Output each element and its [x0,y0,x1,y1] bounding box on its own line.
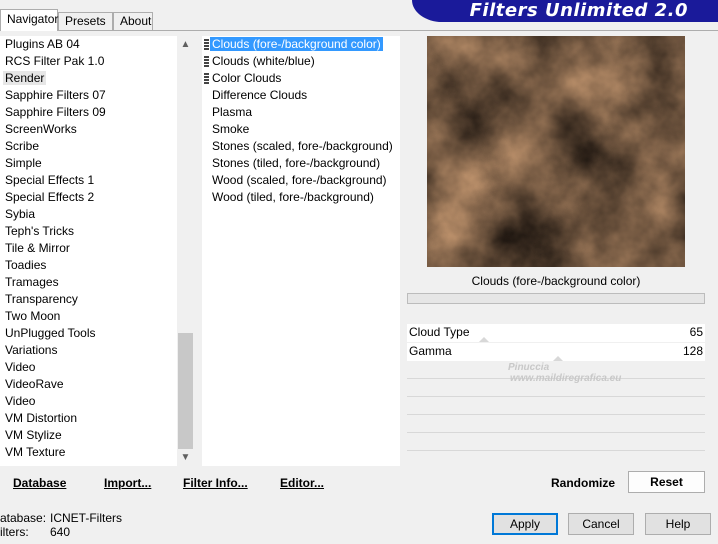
help-button[interactable]: Help [645,513,711,535]
filter-item[interactable]: Plasma [200,104,400,121]
database-button[interactable]: Database [13,476,66,490]
filter-item-label: Clouds (fore-/background color) [210,37,383,51]
param-slot [407,398,705,415]
filter-item-label: Stones (scaled, fore-/background) [212,139,393,153]
param-gamma[interactable]: Gamma 128 [407,343,705,361]
filter-item[interactable]: Difference Clouds [200,87,400,104]
grip-icon [204,39,209,50]
filter-item[interactable]: Wood (tiled, fore-/background) [200,189,400,206]
filters-count-label: ilters: [0,525,29,539]
watermark-line: www.maildiregrafica.eu [510,373,622,384]
title-banner: Filters Unlimited 2.0 [412,0,718,22]
param-value: 128 [682,344,703,358]
category-item-label: Render [3,71,47,85]
scrollbar-thumb[interactable] [178,333,193,449]
category-item[interactable]: RCS Filter Pak 1.0 [0,53,177,70]
progress-bar [407,293,705,304]
param-label: Gamma [409,344,452,358]
category-item[interactable]: Video [0,393,177,410]
filter-item-label: Stones (tiled, fore-/background) [212,156,381,170]
filter-item-label: Plasma [212,105,253,119]
category-item[interactable]: Sapphire Filters 09 [0,104,177,121]
category-item[interactable]: Scribe [0,138,177,155]
filter-item[interactable]: Clouds (white/blue) [200,53,400,70]
import-button[interactable]: Import... [104,476,151,490]
category-item[interactable]: VM Texture [0,444,177,461]
category-item[interactable]: Plugins AB 04 [0,36,177,53]
watermark-line: Pinuccia [508,362,550,373]
tab-about[interactable]: About [113,12,153,30]
category-item[interactable]: Special Effects 1 [0,172,177,189]
category-list: Plugins AB 04 RCS Filter Pak 1.0 Render Sap… [0,36,177,461]
tab-navigator[interactable]: Navigator [0,9,58,31]
category-item[interactable]: Video [0,359,177,376]
category-item[interactable]: Sapphire Filters 07 [0,87,177,104]
filter-item-label: Difference Clouds [212,88,308,102]
editor-button[interactable]: Editor... [280,476,324,490]
filter-title: Clouds (fore-/background color) [407,269,705,293]
category-item[interactable]: Special Effects 2 [0,189,177,206]
category-item[interactable]: Transparency [0,291,177,308]
param-value: 65 [689,325,703,339]
filter-item[interactable]: Stones (tiled, fore-/background) [200,155,400,172]
param-slot [407,434,705,451]
filter-item[interactable]: Clouds (fore-/background color) [200,36,400,53]
param-label: Cloud Type [409,325,470,339]
parameter-panel: Cloud Type 65 Gamma 128 [407,324,705,464]
category-item[interactable]: UnPlugged Tools [0,325,177,342]
filters-count-value: 640 [50,525,71,539]
category-item[interactable]: Sybia [0,206,177,223]
category-item[interactable]: VM Distortion [0,410,177,427]
tab-presets[interactable]: Presets [58,12,113,30]
randomize-button[interactable]: Randomize [551,476,615,490]
category-item[interactable]: VideoRave [0,376,177,393]
filter-list: Clouds (fore-/background color) Clouds (w… [200,36,400,206]
category-item[interactable]: Variations [0,342,177,359]
category-item[interactable]: VM Stylize [0,427,177,444]
category-item[interactable]: Tile & Mirror [0,240,177,257]
database-value: ICNET-Filters [50,511,122,525]
filter-item-label: Wood (scaled, fore-/background) [212,173,387,187]
filter-item-label: Smoke [212,122,250,136]
grip-icon [204,56,209,67]
category-item[interactable]: Simple [0,155,177,172]
cancel-button[interactable]: Cancel [568,513,634,535]
database-label: atabase: [0,511,47,525]
slider-marker [553,356,563,361]
slider-marker [479,337,489,342]
watermark: Pinuccia www.maildiregrafica.eu [470,362,621,384]
tab-bar: Navigator Presets About [0,0,410,31]
filter-item[interactable]: Wood (scaled, fore-/background) [200,172,400,189]
category-scrollbar[interactable]: ▲ ▼ [177,36,194,466]
category-item[interactable]: Teph's Tricks [0,223,177,240]
filter-item[interactable]: Stones (scaled, fore-/background) [200,138,400,155]
category-item[interactable]: Toadies [0,257,177,274]
tab-divider [0,30,718,31]
preset-actions: Randomize Reset [407,469,705,495]
filter-item-label: Wood (tiled, fore-/background) [212,190,374,204]
filter-item[interactable]: Smoke [200,121,400,138]
category-item[interactable]: Tramages [0,274,177,291]
apply-button[interactable]: Apply [492,513,558,535]
param-slot [407,416,705,433]
filter-info-button[interactable]: Filter Info... [183,476,248,490]
filter-item-label: Clouds (white/blue) [212,54,315,68]
grip-icon [204,73,209,84]
filter-item[interactable]: Color Clouds [200,70,400,87]
scroll-down-icon[interactable]: ▼ [177,449,194,466]
scroll-up-icon[interactable]: ▲ [177,36,194,53]
preview-image [427,36,685,267]
param-cloud-type[interactable]: Cloud Type 65 [407,324,705,342]
category-item[interactable]: Render [0,70,177,87]
category-item[interactable]: Two Moon [0,308,177,325]
banner-title: Filters Unlimited 2.0 [469,0,688,21]
category-item[interactable]: ScreenWorks [0,121,177,138]
reset-button[interactable]: Reset [628,471,705,493]
filter-item-label: Color Clouds [212,71,282,85]
